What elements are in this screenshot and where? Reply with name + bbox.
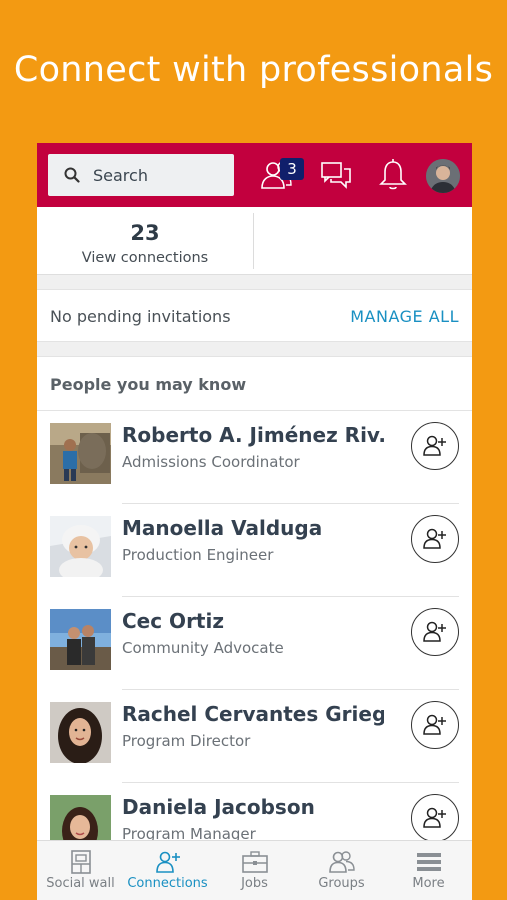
pymk-header: People you may know (37, 356, 472, 411)
nav-label: Connections (127, 876, 208, 891)
person-title: Admissions Coordinator (122, 453, 300, 471)
spacer (37, 342, 472, 356)
add-connection-button[interactable] (411, 608, 459, 656)
person-title: Production Engineer (122, 546, 274, 564)
list-item[interactable]: Cec Ortiz Community Advocate (37, 597, 472, 690)
view-connections-link[interactable]: View connections (37, 250, 253, 266)
avatar[interactable] (50, 516, 111, 577)
profile-avatar[interactable] (426, 159, 460, 193)
person-name[interactable]: Manoella Valduga (122, 516, 322, 540)
manage-all-button[interactable]: MANAGE ALL (350, 307, 459, 326)
promo-headline: Connect with professionals (13, 50, 494, 90)
person-name[interactable]: Cec Ortiz (122, 609, 224, 633)
avatar[interactable] (50, 609, 111, 670)
nav-jobs[interactable]: Jobs (211, 841, 298, 900)
add-person-icon (423, 714, 446, 735)
add-person-icon (423, 621, 446, 642)
pymk-heading: People you may know (50, 375, 247, 394)
search-label: Search (93, 165, 148, 185)
connections-summary[interactable]: 23 View connections (37, 207, 472, 275)
menu-icon (416, 853, 441, 871)
search-box[interactable]: Search (48, 154, 234, 196)
divider (253, 213, 254, 269)
person-name[interactable]: Rachel Cervantes Griego (122, 702, 384, 726)
list-item[interactable]: Roberto A. Jiménez Riv... Admissions Coo… (37, 411, 472, 504)
invitations-card: No pending invitations MANAGE ALL (37, 289, 472, 342)
nav-label: Jobs (241, 876, 268, 891)
nav-label: Groups (318, 876, 365, 891)
person-name[interactable]: Daniela Jacobson (122, 795, 315, 819)
add-connection-button[interactable] (411, 794, 459, 842)
search-icon (64, 167, 80, 183)
list-item[interactable]: Manoella Valduga Production Engineer (37, 504, 472, 597)
nav-label: Social wall (46, 876, 115, 891)
nav-groups[interactable]: Groups (298, 841, 385, 900)
bottom-nav: Social wall Connections Jobs Groups More (37, 840, 472, 900)
app-screen: Search 3 23 View connections No pending … (37, 143, 472, 900)
connections-count: 23 (130, 221, 160, 245)
groups-icon (328, 851, 355, 873)
add-person-icon (423, 528, 446, 549)
messages-icon[interactable] (320, 160, 352, 192)
add-person-icon (423, 807, 446, 828)
connections-icon (155, 851, 180, 873)
person-name[interactable]: Roberto A. Jiménez Riv... (122, 423, 384, 447)
nav-connections[interactable]: Connections (124, 841, 211, 900)
briefcase-icon (241, 851, 268, 873)
add-person-icon (423, 435, 446, 456)
avatar[interactable] (50, 423, 111, 484)
social-wall-icon (70, 850, 91, 874)
add-connection-button[interactable] (411, 515, 459, 563)
invitations-status: No pending invitations (50, 307, 231, 326)
list-item[interactable]: Rachel Cervantes Griego Program Director (37, 690, 472, 783)
spacer (37, 275, 472, 289)
avatar[interactable] (50, 702, 111, 763)
person-title: Community Advocate (122, 639, 284, 657)
add-connection-button[interactable] (411, 422, 459, 470)
add-connection-button[interactable] (411, 701, 459, 749)
person-title: Program Director (122, 732, 251, 750)
notification-badge: 3 (280, 158, 304, 180)
bell-icon[interactable] (378, 158, 408, 192)
nav-social-wall[interactable]: Social wall (37, 841, 124, 900)
top-bar: Search 3 (37, 143, 472, 207)
nav-more[interactable]: More (385, 841, 472, 900)
nav-label: More (412, 876, 445, 891)
